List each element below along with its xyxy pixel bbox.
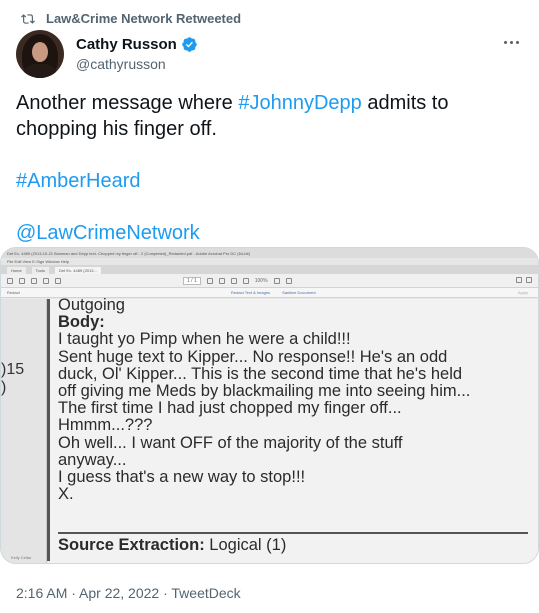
more-dot-icon (503, 40, 507, 44)
print-icon (43, 277, 49, 284)
doc-gutter: )15 ) Kelly Cellar (1, 299, 47, 563)
more-dot-icon (509, 40, 513, 44)
message-line: Hmmm...??? (58, 416, 153, 435)
message-line: I taught yo Pimp when he were a child!!! (58, 330, 351, 349)
fit-page-icon (273, 277, 280, 284)
hashtag-amberheard[interactable]: #AmberHeard (16, 170, 141, 192)
pointer-icon (206, 277, 213, 284)
acrobat-tabbar: Home Tools Def Ex. 4489 (2013... (1, 265, 538, 274)
message-line: off giving me Meds by blackmailing me in… (58, 382, 471, 401)
sanitize-document: Sanitize Document (282, 290, 316, 295)
more-options-button[interactable] (499, 34, 523, 50)
upload-icon (31, 277, 37, 284)
doc-page: Outgoing Body: I taught yo Pimp when he we… (50, 296, 538, 563)
more-dot-icon (515, 40, 519, 44)
message-line: X. (58, 485, 74, 504)
retweet-label[interactable]: Law&Crime Network Retweeted (46, 11, 241, 26)
author-handle[interactable]: @cathyrusson (76, 56, 198, 72)
source-value: Logical (1) (204, 536, 287, 554)
retweet-header: Law&Crime Network Retweeted (20, 11, 241, 26)
bookmark-icon (19, 277, 25, 284)
zoom-level: 100% (254, 277, 268, 284)
apply-label: Apply (517, 290, 528, 295)
source-extraction-line: Source Extraction: Logical (1) (58, 536, 286, 555)
search-icon (55, 277, 61, 284)
message-line: Sent huge text to Kipper... No response!… (58, 347, 448, 366)
display-name-row: Cathy Russon (76, 36, 198, 53)
comment-icon (285, 277, 292, 284)
tweet-author: Cathy Russon @cathyrusson (16, 30, 198, 78)
zoom-out-icon (230, 277, 237, 284)
acrobat-toolbar: 1 / 1 100% (1, 274, 538, 288)
verified-badge-icon (182, 37, 197, 52)
gutter-footer: Kelly Cellar (11, 555, 32, 560)
pdf-document-area: )15 ) Kelly Cellar Outgoing Body: I taught… (1, 296, 538, 563)
acrobat-tab-tools: Tools (31, 267, 50, 274)
acrobat-titlebar: Def Ex. 4489 (2013-10-21 Bowman and Depp… (1, 248, 538, 258)
avatar[interactable] (16, 30, 64, 78)
message-body: Outgoing Body: I taught yo Pimp when he we… (58, 296, 538, 504)
message-line: Outgoing (58, 296, 125, 314)
message-line: Oh well... I want OFF of the majority of… (58, 433, 403, 452)
tweet-media-image[interactable]: Def Ex. 4489 (2013-10-21 Bowman and Depp… (0, 247, 539, 564)
retweet-icon (21, 13, 35, 24)
tweet-timestamp[interactable]: 2:16 AM · Apr 22, 2022 · TweetDeck (16, 585, 241, 601)
share-icon (516, 277, 522, 283)
gutter-text: )15 ) (1, 361, 24, 397)
acrobat-tab-document: Def Ex. 4489 (2013... (55, 267, 101, 274)
tweet-line-1: Another message where #JohnnyDepp admits… (16, 90, 521, 142)
doc-horizontal-rule (58, 532, 528, 534)
author-names: Cathy Russon @cathyrusson (76, 36, 198, 72)
gutter-text-1: )15 (1, 361, 25, 378)
message-line: anyway... (58, 450, 127, 469)
acrobat-tab-home: Home (7, 267, 26, 274)
message-line: duck, Ol' Kipper... This is the second t… (58, 364, 463, 383)
hand-icon (218, 277, 225, 284)
save-icon (7, 277, 13, 284)
page-indicator: 1 / 1 (183, 276, 201, 285)
acrobat-menubar: File Edit View E-Sign Window Help (1, 258, 538, 265)
redact-label: Redact (7, 290, 20, 295)
redact-text-images: Redact Text & Images (231, 290, 271, 295)
zoom-in-icon (242, 277, 249, 284)
hashtag-johnnydepp[interactable]: #JohnnyDepp (238, 92, 361, 114)
help-icon (526, 277, 532, 283)
tweet-text: Another message where #JohnnyDepp admits… (16, 90, 521, 246)
mention-lawcrimenetwork[interactable]: @LawCrimeNetwork (16, 222, 200, 244)
tweet-text-before: Another message where (16, 92, 239, 114)
source-label: Source Extraction: (58, 536, 205, 554)
message-line: The first time I had just chopped my fin… (58, 399, 402, 418)
gutter-text-2: ) (1, 379, 7, 396)
message-line: Body: (58, 313, 105, 332)
display-name[interactable]: Cathy Russon (76, 36, 177, 53)
message-line: I guess that's a new way to stop!!! (58, 468, 306, 487)
